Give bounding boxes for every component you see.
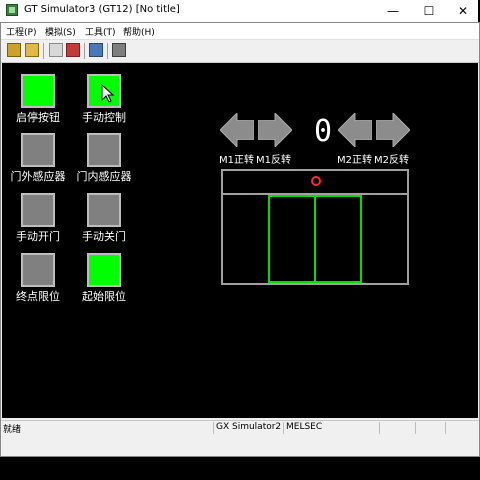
app-icon	[6, 4, 18, 16]
m1-reverse-arrow-icon	[258, 113, 292, 147]
door-leaf-right	[314, 195, 362, 283]
lamp-label-manual-control: 手动控制	[82, 111, 126, 124]
lamp-start-limit[interactable]	[87, 253, 121, 287]
menu-project[interactable]: 工程(P)	[6, 25, 36, 38]
lamp-label-manual-open: 手动开门	[16, 230, 60, 243]
status-bar: 就绪 GX Simulator2 MELSEC	[1, 420, 479, 435]
close-button[interactable]: ✕	[446, 0, 480, 22]
status-cell-empty	[445, 422, 479, 434]
m2-forward-arrow-icon	[338, 113, 372, 147]
got-screen: 启停按钮 手动控制 门外感应器 门内感应器 手动开门 手动关门 终点限位 起始限…	[2, 63, 478, 418]
monitor-icon[interactable]	[89, 43, 103, 57]
menu-help[interactable]: 帮助(H)	[123, 25, 155, 38]
menu-tools[interactable]: 工具(T)	[85, 25, 116, 38]
m1-reverse-label: M1反转	[256, 155, 291, 166]
delete-icon[interactable]	[66, 43, 80, 57]
cursor-icon	[101, 83, 115, 103]
status-plc: MELSEC	[283, 422, 379, 434]
print-icon[interactable]	[49, 43, 63, 57]
window-title: GT Simulator3 (GT12) [No title]	[24, 4, 180, 15]
m1-forward-label: M1正转	[219, 155, 254, 166]
device-icon[interactable]	[112, 43, 126, 57]
m2-reverse-label: M2反转	[374, 155, 409, 166]
lamp-label-end-limit: 终点限位	[16, 290, 60, 303]
title-bar: GT Simulator3 (GT12) [No title] — ☐ ✕	[0, 0, 478, 22]
toolbar	[1, 40, 479, 63]
m1-forward-arrow-icon	[220, 113, 254, 147]
m2-forward-label: M2正转	[337, 155, 372, 166]
minimize-button[interactable]: —	[376, 0, 410, 22]
lamp-label-start-stop: 启停按钮	[16, 111, 60, 124]
simulator-window: 工程(P) 模拟(S) 工具(T) 帮助(H) 启停按钮 手动控制 门外感应器 …	[0, 22, 480, 457]
lamp-label-inside-sensor: 门内感应器	[76, 170, 132, 183]
door-counter: 0	[313, 114, 333, 149]
menu-bar: 工程(P) 模拟(S) 工具(T) 帮助(H)	[1, 23, 479, 40]
lamp-label-manual-close: 手动关门	[82, 230, 126, 243]
door-header	[223, 171, 407, 195]
status-cell-empty	[415, 422, 445, 434]
lamp-outside-sensor[interactable]	[21, 133, 55, 167]
open-folder-icon[interactable]	[25, 43, 39, 57]
lamp-start-stop[interactable]	[21, 74, 55, 108]
status-ready: 就绪	[3, 425, 22, 435]
door-leaf-left	[268, 195, 316, 283]
status-cell-empty	[379, 422, 415, 434]
door-frame	[221, 169, 409, 285]
toolbar-separator	[84, 43, 85, 59]
lamp-manual-control[interactable]	[87, 74, 121, 108]
menu-simulation[interactable]: 模拟(S)	[45, 25, 76, 38]
door-indicator-icon	[311, 176, 321, 186]
lamp-manual-open[interactable]	[21, 193, 55, 227]
lamp-label-outside-sensor: 门外感应器	[10, 170, 66, 183]
toolbar-separator	[107, 43, 108, 59]
lamp-end-limit[interactable]	[21, 253, 55, 287]
lamp-inside-sensor[interactable]	[87, 133, 121, 167]
lamp-label-start-limit: 起始限位	[82, 290, 126, 303]
open-project-icon[interactable]	[7, 43, 21, 57]
m2-reverse-arrow-icon	[376, 113, 410, 147]
maximize-button[interactable]: ☐	[412, 0, 446, 22]
lamp-manual-close[interactable]	[87, 193, 121, 227]
status-simulator: GX Simulator2	[213, 422, 283, 434]
toolbar-separator	[43, 43, 44, 59]
